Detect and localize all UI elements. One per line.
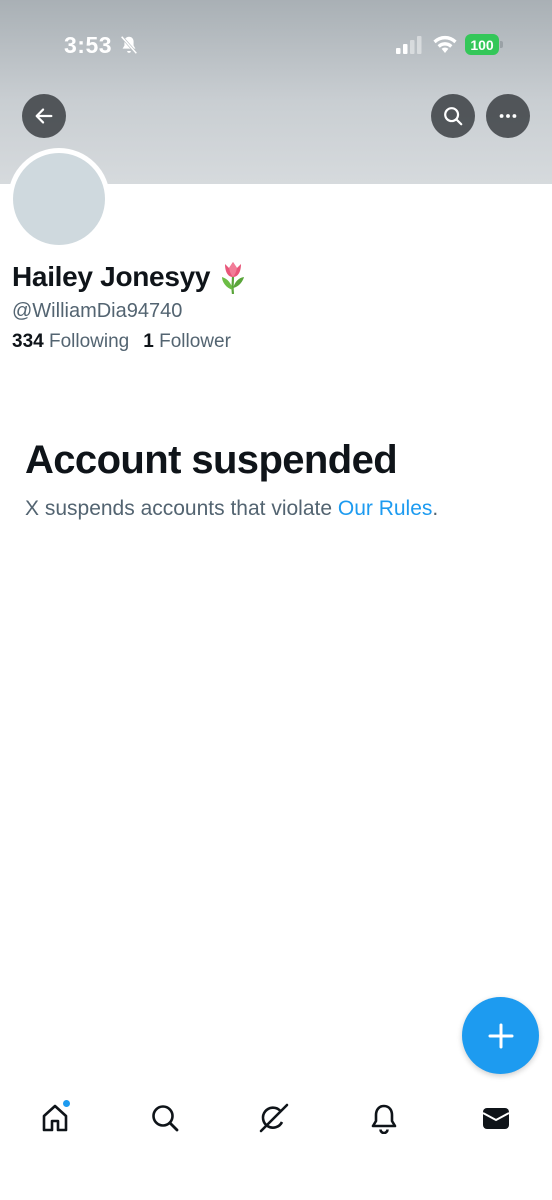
tab-messages[interactable]	[468, 1090, 524, 1146]
avatar[interactable]	[13, 153, 105, 245]
status-bar: 3:53 100	[0, 0, 552, 90]
following-count: 334	[12, 331, 44, 352]
back-button[interactable]	[22, 94, 66, 138]
status-time: 3:53	[64, 32, 113, 58]
home-badge-dot	[62, 1099, 71, 1108]
plus-icon	[488, 1023, 513, 1048]
more-horizontal-icon	[499, 114, 517, 118]
follow-stats: 334 Following 1 Follower	[12, 331, 231, 353]
suspended-title: Account suspended	[25, 438, 398, 482]
battery-cap	[500, 41, 503, 48]
bottom-tab-bar	[0, 1090, 552, 1148]
our-rules-link[interactable]: Our Rules	[338, 497, 433, 520]
display-name-text: Hailey Jonesyy	[12, 261, 211, 292]
followers-count: 1	[143, 331, 154, 352]
search-icon	[152, 1105, 179, 1132]
battery-indicator: 100	[465, 34, 503, 55]
grok-icon	[259, 1103, 289, 1133]
display-name: Hailey Jonesyy	[12, 260, 248, 294]
followers-label: Follower	[159, 331, 231, 352]
following-link[interactable]: 334 Following	[12, 331, 129, 353]
suspended-message-text: X suspends accounts that violate	[25, 497, 338, 520]
search-button[interactable]	[431, 94, 475, 138]
tab-home[interactable]	[27, 1090, 83, 1146]
bell-slash-icon	[120, 35, 138, 55]
tab-search[interactable]	[137, 1090, 193, 1146]
mail-icon	[482, 1108, 510, 1129]
avatar-border	[8, 148, 110, 250]
arrow-left-icon	[35, 108, 53, 124]
search-icon	[444, 107, 463, 126]
battery-level: 100	[465, 34, 499, 55]
tab-notifications[interactable]	[356, 1090, 412, 1146]
more-options-button[interactable]	[486, 94, 530, 138]
bell-icon	[371, 1104, 397, 1134]
followers-link[interactable]: 1 Follower	[143, 331, 231, 353]
profile-handle: @WilliamDia94740	[12, 300, 183, 322]
tulip-icon	[222, 262, 245, 294]
cellular-signal-icon	[396, 36, 422, 54]
following-label: Following	[48, 331, 130, 352]
suspended-message: X suspends accounts that violate Our Rul…	[25, 497, 438, 521]
tab-grok[interactable]	[246, 1090, 302, 1146]
compose-post-button[interactable]	[462, 997, 539, 1074]
wifi-icon	[433, 35, 457, 53]
suspended-message-suffix: .	[432, 497, 439, 520]
